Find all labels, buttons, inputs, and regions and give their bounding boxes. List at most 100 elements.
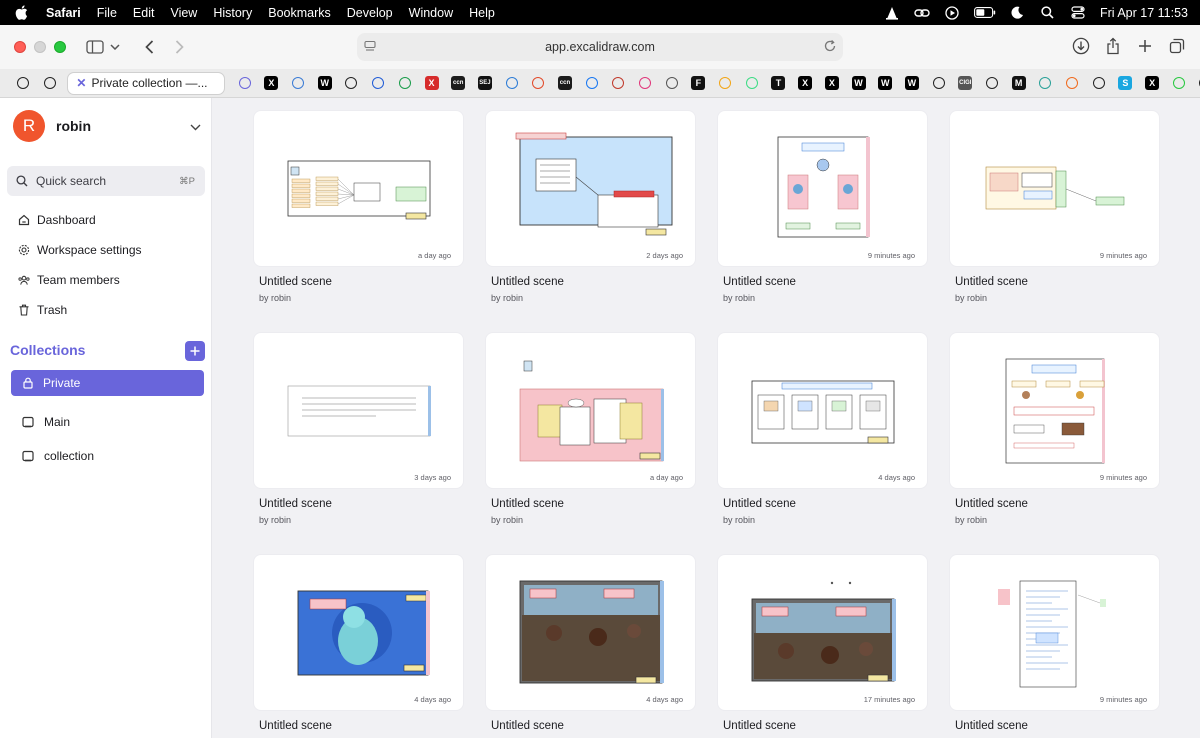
meta-icon[interactable] bbox=[578, 73, 605, 93]
close-window-button[interactable] bbox=[14, 41, 26, 53]
scene-title[interactable]: Untitled scene bbox=[491, 276, 564, 288]
apple-icon[interactable] bbox=[12, 4, 30, 22]
menu-view[interactable]: View bbox=[162, 6, 205, 20]
scene-card[interactable]: 2 days ago Untitled scene by robin bbox=[485, 110, 696, 320]
x-icon[interactable]: X bbox=[258, 73, 285, 93]
chevron-down-icon[interactable] bbox=[190, 118, 201, 136]
page-menu-icon[interactable] bbox=[363, 39, 377, 56]
scene-card[interactable]: 9 minutes agoUntitled sceneby robin bbox=[949, 554, 1160, 738]
chart-icon[interactable] bbox=[365, 73, 392, 93]
scene-card[interactable]: 9 minutes agoUntitled sceneby robin bbox=[949, 110, 1160, 320]
scene-thumbnail[interactable]: a day ago bbox=[253, 110, 464, 267]
x-icon[interactable]: X bbox=[1139, 73, 1166, 93]
openai-icon[interactable] bbox=[1085, 73, 1112, 93]
share-icon[interactable] bbox=[1100, 33, 1126, 59]
zoom-window-button[interactable] bbox=[54, 41, 66, 53]
tab-overview-icon[interactable] bbox=[1164, 33, 1190, 59]
scene-thumbnail[interactable]: 17 minutes ago bbox=[717, 554, 928, 711]
x-icon[interactable]: X bbox=[819, 73, 846, 93]
ring-icon[interactable] bbox=[525, 73, 552, 93]
search-icon[interactable] bbox=[1040, 5, 1056, 21]
bike-icon[interactable] bbox=[658, 73, 685, 93]
downloads-icon[interactable] bbox=[1068, 33, 1094, 59]
ccn-icon[interactable]: ccn bbox=[552, 73, 579, 93]
android-icon[interactable] bbox=[738, 73, 765, 93]
scene-card[interactable]: 4 days agoUntitled sceneby robin bbox=[253, 554, 464, 738]
drop-icon[interactable] bbox=[285, 73, 312, 93]
collection-item-private[interactable]: Private bbox=[11, 370, 204, 396]
scene-card[interactable]: 9 minutes agoUntitled sceneby robin bbox=[717, 110, 928, 320]
minimize-window-button[interactable] bbox=[34, 41, 46, 53]
scene-thumbnail[interactable]: a day ago bbox=[485, 332, 696, 489]
w-icon[interactable]: W bbox=[899, 73, 926, 93]
diamond-icon[interactable] bbox=[1059, 73, 1086, 93]
scene-thumbnail[interactable]: 9 minutes ago bbox=[949, 332, 1160, 489]
ccn-icon[interactable]: ccn bbox=[445, 73, 472, 93]
menu-help[interactable]: Help bbox=[461, 6, 503, 20]
openai-icon[interactable] bbox=[1192, 73, 1200, 93]
user-menu[interactable]: R robin bbox=[13, 110, 201, 142]
play-icon[interactable] bbox=[944, 5, 960, 21]
forward-button[interactable] bbox=[166, 34, 192, 60]
scene-title[interactable]: Untitled scene bbox=[491, 498, 564, 510]
openai-icon[interactable] bbox=[37, 73, 64, 93]
sidebar-toggle-icon[interactable] bbox=[82, 34, 108, 60]
sidebar-item-dashboard[interactable]: Dashboard bbox=[18, 210, 96, 230]
scene-title[interactable]: Untitled scene bbox=[723, 720, 796, 732]
moon-icon[interactable] bbox=[1010, 5, 1026, 21]
w-icon[interactable]: W bbox=[311, 73, 338, 93]
menu-bookmarks[interactable]: Bookmarks bbox=[260, 6, 339, 20]
star-icon[interactable] bbox=[1165, 73, 1192, 93]
menu-history[interactable]: History bbox=[205, 6, 260, 20]
scene-card[interactable]: 17 minutes agoUntitled sceneby robin bbox=[717, 554, 928, 738]
scene-card[interactable]: a day ago Untitled scene by robin bbox=[253, 110, 464, 320]
sidebar-item-team-members[interactable]: Team members bbox=[18, 270, 120, 290]
back-button[interactable] bbox=[136, 34, 162, 60]
wave-icon[interactable] bbox=[712, 73, 739, 93]
w-icon[interactable]: W bbox=[872, 73, 899, 93]
x-icon[interactable]: X bbox=[792, 73, 819, 93]
control-center-icon[interactable] bbox=[1070, 5, 1086, 21]
menu-edit[interactable]: Edit bbox=[125, 6, 163, 20]
cigi-icon[interactable]: CIGI bbox=[952, 73, 979, 93]
menu-clock[interactable]: Fri Apr 17 11:53 bbox=[1100, 6, 1188, 20]
scene-title[interactable]: Untitled scene bbox=[955, 276, 1028, 288]
avatar[interactable]: R bbox=[13, 110, 45, 142]
scene-card[interactable]: a day ago Untitled scene by robin bbox=[485, 332, 696, 542]
scene-card[interactable]: 4 days agoUntitled sceneby robin bbox=[717, 332, 928, 542]
x-icon[interactable]: X bbox=[418, 73, 445, 93]
m-icon[interactable]: M bbox=[1005, 73, 1032, 93]
chevron-down-icon[interactable] bbox=[108, 34, 122, 60]
scene-thumbnail[interactable]: 2 days ago bbox=[485, 110, 696, 267]
menu-app-safari[interactable]: Safari bbox=[38, 6, 89, 20]
sidebar-item-trash[interactable]: Trash bbox=[18, 300, 67, 320]
scene-card[interactable]: 3 days ago Untitled scene by robin bbox=[253, 332, 464, 542]
sej-icon[interactable]: SEJ bbox=[472, 73, 499, 93]
scene-title[interactable]: Untitled scene bbox=[259, 498, 332, 510]
menu-file[interactable]: File bbox=[89, 6, 125, 20]
battery-icon[interactable] bbox=[974, 5, 996, 21]
slash-icon[interactable] bbox=[392, 73, 419, 93]
scene-title[interactable]: Untitled scene bbox=[259, 720, 332, 732]
rss-icon[interactable] bbox=[632, 73, 659, 93]
t-icon[interactable]: T bbox=[765, 73, 792, 93]
scene-title[interactable]: Untitled scene bbox=[955, 498, 1028, 510]
w-icon[interactable]: W bbox=[845, 73, 872, 93]
scene-thumbnail[interactable]: 9 minutes ago bbox=[949, 554, 1160, 711]
openai-icon[interactable] bbox=[925, 73, 952, 93]
add-collection-button[interactable] bbox=[185, 341, 205, 361]
scene-thumbnail[interactable]: 9 minutes ago bbox=[717, 110, 928, 267]
scene-title[interactable]: Untitled scene bbox=[723, 276, 796, 288]
active-tab[interactable]: ✕ Private collection —... bbox=[67, 71, 226, 95]
stack-icon[interactable] bbox=[498, 73, 525, 93]
scene-thumbnail[interactable]: 4 days ago bbox=[717, 332, 928, 489]
menu-develop[interactable]: Develop bbox=[339, 6, 401, 20]
sidebar-item-workspace-settings[interactable]: Workspace settings bbox=[18, 240, 142, 260]
reload-icon[interactable] bbox=[823, 39, 837, 56]
scene-title[interactable]: Untitled scene bbox=[955, 720, 1028, 732]
f-icon[interactable]: F bbox=[685, 73, 712, 93]
scene-card[interactable]: 4 days agoUntitled sceneby robin bbox=[485, 554, 696, 738]
scene-title[interactable]: Untitled scene bbox=[723, 498, 796, 510]
username[interactable]: robin bbox=[56, 118, 91, 134]
menu-window[interactable]: Window bbox=[401, 6, 461, 20]
